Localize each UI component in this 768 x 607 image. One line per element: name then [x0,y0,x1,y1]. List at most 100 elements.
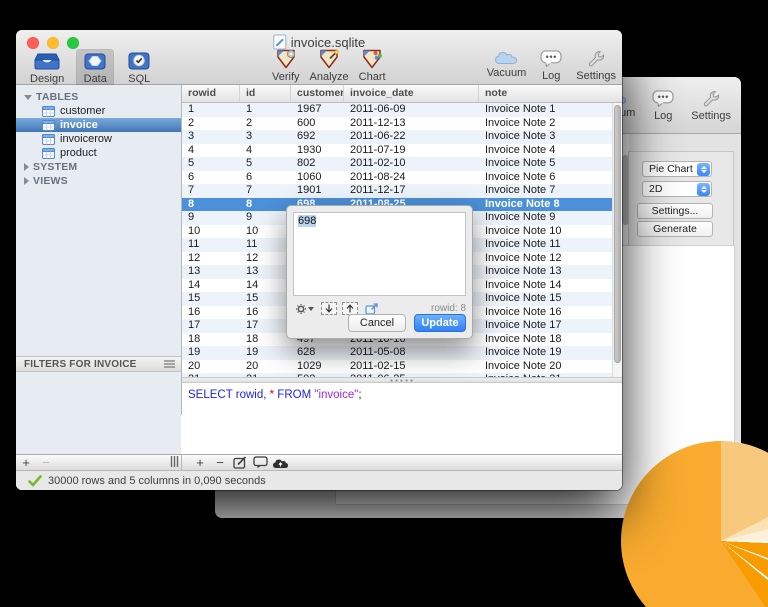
column-header-id[interactable]: id [240,85,291,102]
disclosure-down-icon [24,94,32,100]
column-header-customer-id[interactable]: customer_id [291,85,344,102]
previous-record-button[interactable] [321,302,337,315]
popup-buttons: Cancel Update [348,314,466,332]
chart-settings-button[interactable]: Settings... [637,203,713,219]
sql-icon [128,52,150,70]
table-header: rowid id customer_id invoice_date note [182,85,622,103]
arrow-up-icon [346,304,354,313]
gear-menu-button[interactable] [293,302,316,316]
table-icon [42,147,55,159]
mode-toolbar: Design Data SQL [24,49,158,87]
settings-button[interactable]: Settings [691,89,731,122]
column-header-invoice-date[interactable]: invoice_date [344,85,479,102]
disclosure-right-icon [24,177,29,185]
zoom-button[interactable] [67,37,79,49]
table-row[interactable]: 5 5 802 2011-02-10 Invoice Note 5 [182,157,612,171]
table-row[interactable]: 2 2 600 2011-12-13 Invoice Note 2 [182,116,612,130]
log-button[interactable]: Log [651,89,675,122]
column-header-rowid[interactable]: rowid [182,85,240,102]
filters-menu-icon[interactable] [164,360,175,368]
table-tree: TABLES customer invoice invoicerow produ… [16,85,181,188]
document-icon [273,34,287,50]
columns-handle-icon[interactable] [170,454,179,472]
popup-rowid-label: rowid: 8 [430,303,466,314]
table-icon [42,105,55,117]
chart-type-select[interactable]: Pie Chart [642,161,712,177]
chart-tag-icon [363,49,383,69]
stepper-icon [697,162,710,176]
utility-toolbar: Vacuum Log Settings [487,49,616,82]
wrench-icon [588,51,605,67]
cancel-button[interactable]: Cancel [348,314,406,332]
wrench-icon [703,91,720,107]
sidebar-section-tables[interactable]: TABLES [16,90,181,104]
chart-button[interactable]: Chart [359,49,386,83]
filters-area [16,372,181,454]
table-scrollbar[interactable] [612,103,622,377]
table-row[interactable]: 4 4 1930 2011-07-19 Invoice Note 4 [182,143,612,157]
success-check-icon [28,474,42,487]
sql-editor[interactable]: SELECT rowid, * FROM "invoice"; [182,383,622,454]
table-row[interactable]: 20 20 1029 2011-02-15 Invoice Note 20 [182,359,612,373]
table-row[interactable]: 3 3 692 2011-06-22 Invoice Note 3 [182,130,612,144]
status-bar: 30000 rows and 5 columns in 0,090 second… [16,470,622,490]
cloud-upload-button[interactable] [270,456,290,470]
design-icon [34,53,60,70]
action-toolbar: Verify Analyze Chart [272,49,386,83]
status-text: 30000 rows and 5 columns in 0,090 second… [48,474,266,487]
table-row[interactable]: 19 19 628 2011-05-08 Invoice Note 19 [182,346,612,360]
traffic-lights [27,37,79,49]
table-row[interactable]: 1 1 1967 2011-06-09 Invoice Note 1 [182,103,612,117]
log-button[interactable]: Log [539,49,563,82]
cell-value-editor[interactable]: 698 [293,212,466,296]
sidebar-section-system[interactable]: SYSTEM [16,160,181,174]
settings-button[interactable]: Settings [576,49,616,82]
add-filter-button[interactable]: + [16,455,36,470]
external-link-icon [365,302,378,315]
edit-record-button[interactable] [230,456,250,470]
table-scrollbar-thumb[interactable] [614,105,621,363]
design-button[interactable]: Design [24,49,70,87]
table-row[interactable]: 7 7 1901 2011-12-17 Invoice Note 7 [182,184,612,198]
verify-button[interactable]: Verify [272,49,300,83]
table-footer: + − [182,454,622,470]
selected-text: 698 [298,215,317,227]
add-row-button[interactable]: + [190,455,210,470]
window-header: invoice.sqlite Design Data SQL Verify An… [16,30,622,87]
sidebar-section-views[interactable]: VIEWS [16,174,181,188]
analyze-button[interactable]: Analyze [310,49,349,83]
speech-bubble-icon [652,90,674,108]
comment-button[interactable] [250,456,270,470]
vacuum-button[interactable]: Vacuum [487,49,526,82]
update-button[interactable]: Update [414,314,466,332]
close-button[interactable] [27,37,39,49]
stepper-icon [697,182,710,196]
sidebar-table-invoice[interactable]: invoice [16,118,181,132]
speech-bubble-icon [540,50,562,68]
cloud-icon [495,51,518,64]
sql-button[interactable]: SQL [120,49,158,87]
minimize-button[interactable] [47,37,59,49]
sidebar-table-invoicerow[interactable]: invoicerow [16,132,181,146]
table-icon [42,119,55,131]
data-button[interactable]: Data [76,49,115,87]
remove-filter-button[interactable]: − [36,455,56,470]
delete-row-button[interactable]: − [210,455,230,470]
gear-icon [296,303,306,314]
pie-chart [621,441,768,607]
database-window: invoice.sqlite Design Data SQL Verify An… [16,30,622,490]
table-row[interactable]: 6 6 1060 2011-08-24 Invoice Note 6 [182,170,612,184]
column-header-note[interactable]: note [479,85,622,102]
analyze-tag-icon [320,49,339,69]
chart-generate-button[interactable]: Generate [637,221,713,237]
resize-dots-icon [389,378,415,382]
sidebar-table-customer[interactable]: customer [16,104,181,118]
sidebar-footer: + − [16,454,182,470]
cell-edit-popup: 698 rowid: 8 Cancel Update [286,205,473,339]
desktop: Vacuum Log Settings [0,0,768,607]
filters-header: FILTERS FOR INVOICE [16,356,181,372]
sidebar-table-product[interactable]: product [16,146,181,160]
verify-tag-icon [277,49,295,69]
window-title: invoice.sqlite [273,34,365,50]
chart-dimension-select[interactable]: 2D [642,181,712,197]
